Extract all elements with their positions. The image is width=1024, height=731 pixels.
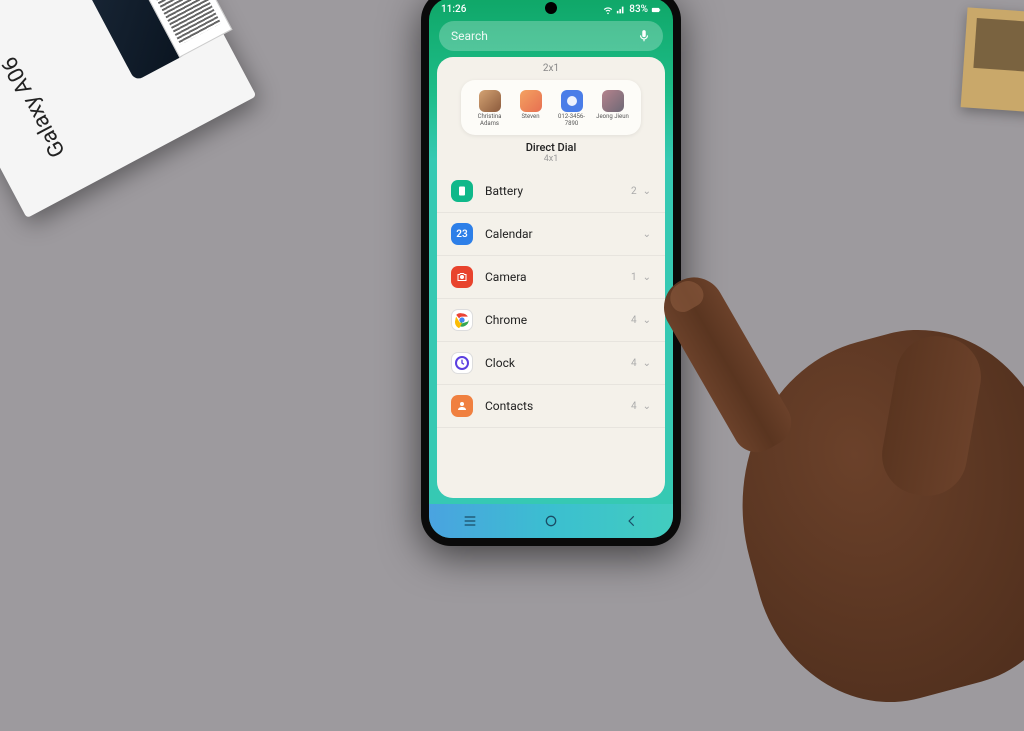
direct-dial-size: 4x1 (437, 154, 665, 164)
recents-button[interactable] (445, 504, 495, 538)
box-model: Galaxy A06 (0, 52, 71, 161)
list-item-chrome[interactable]: Chrome 4 ⌄ (437, 299, 665, 342)
search-bar[interactable]: Search (439, 21, 663, 51)
dd-contact-1: Christina Adams (470, 90, 510, 127)
box-brand: SAMSUNG (0, 48, 3, 113)
list-item-clock[interactable]: Clock 4 ⌄ (437, 342, 665, 385)
avatar (479, 90, 501, 112)
wifi-icon (603, 5, 613, 15)
dd-contact-4: Jeong Jieun (593, 90, 633, 127)
home-button[interactable] (526, 504, 576, 538)
widget-picker-panel: 2x1 Christina Adams Steven 012-3456-7890 (437, 57, 665, 498)
camera-notch (545, 2, 557, 14)
product-box: SAMSUNG Galaxy A06 (0, 0, 256, 218)
list-item-camera[interactable]: Camera 1 ⌄ (437, 256, 665, 299)
avatar (602, 90, 624, 112)
avatar (561, 90, 583, 112)
chevron-down-icon: ⌄ (643, 358, 651, 369)
contacts-icon (451, 395, 473, 417)
camera-icon (451, 266, 473, 288)
screen: 11:26 83% Search 2x1 Christina Adams (429, 0, 673, 538)
avatar (520, 90, 542, 112)
battery-icon (451, 180, 473, 202)
top-size-label: 2x1 (437, 57, 665, 78)
battery-icon (651, 5, 661, 15)
search-placeholder: Search (451, 29, 637, 43)
wooden-stand (961, 7, 1024, 112)
chrome-icon (451, 309, 473, 331)
list-item-contacts[interactable]: Contacts 4 ⌄ (437, 385, 665, 428)
widget-app-list[interactable]: Battery 2 ⌄ 23 Calendar ⌄ Camera 1 ⌄ (437, 170, 665, 498)
direct-dial-preview[interactable]: Christina Adams Steven 012-3456-7890 Jeo… (461, 80, 641, 135)
chevron-down-icon: ⌄ (643, 401, 651, 412)
mic-icon[interactable] (637, 29, 651, 43)
clock-icon (451, 352, 473, 374)
chevron-down-icon: ⌄ (643, 272, 651, 283)
chevron-down-icon: ⌄ (643, 229, 651, 240)
navigation-bar (429, 504, 673, 538)
dd-contact-2: Steven (511, 90, 551, 127)
direct-dial-title: Direct Dial (437, 141, 665, 154)
battery-percent: 83% (629, 4, 648, 15)
phone-device: 11:26 83% Search 2x1 Christina Adams (421, 0, 681, 546)
list-item-battery[interactable]: Battery 2 ⌄ (437, 170, 665, 213)
signal-icon (616, 5, 626, 15)
dd-contact-3: 012-3456-7890 (552, 90, 592, 127)
list-item-calendar[interactable]: 23 Calendar ⌄ (437, 213, 665, 256)
status-time: 11:26 (441, 4, 466, 15)
chevron-down-icon: ⌄ (643, 315, 651, 326)
calendar-icon: 23 (451, 223, 473, 245)
back-button[interactable] (607, 504, 657, 538)
chevron-down-icon: ⌄ (643, 186, 651, 197)
